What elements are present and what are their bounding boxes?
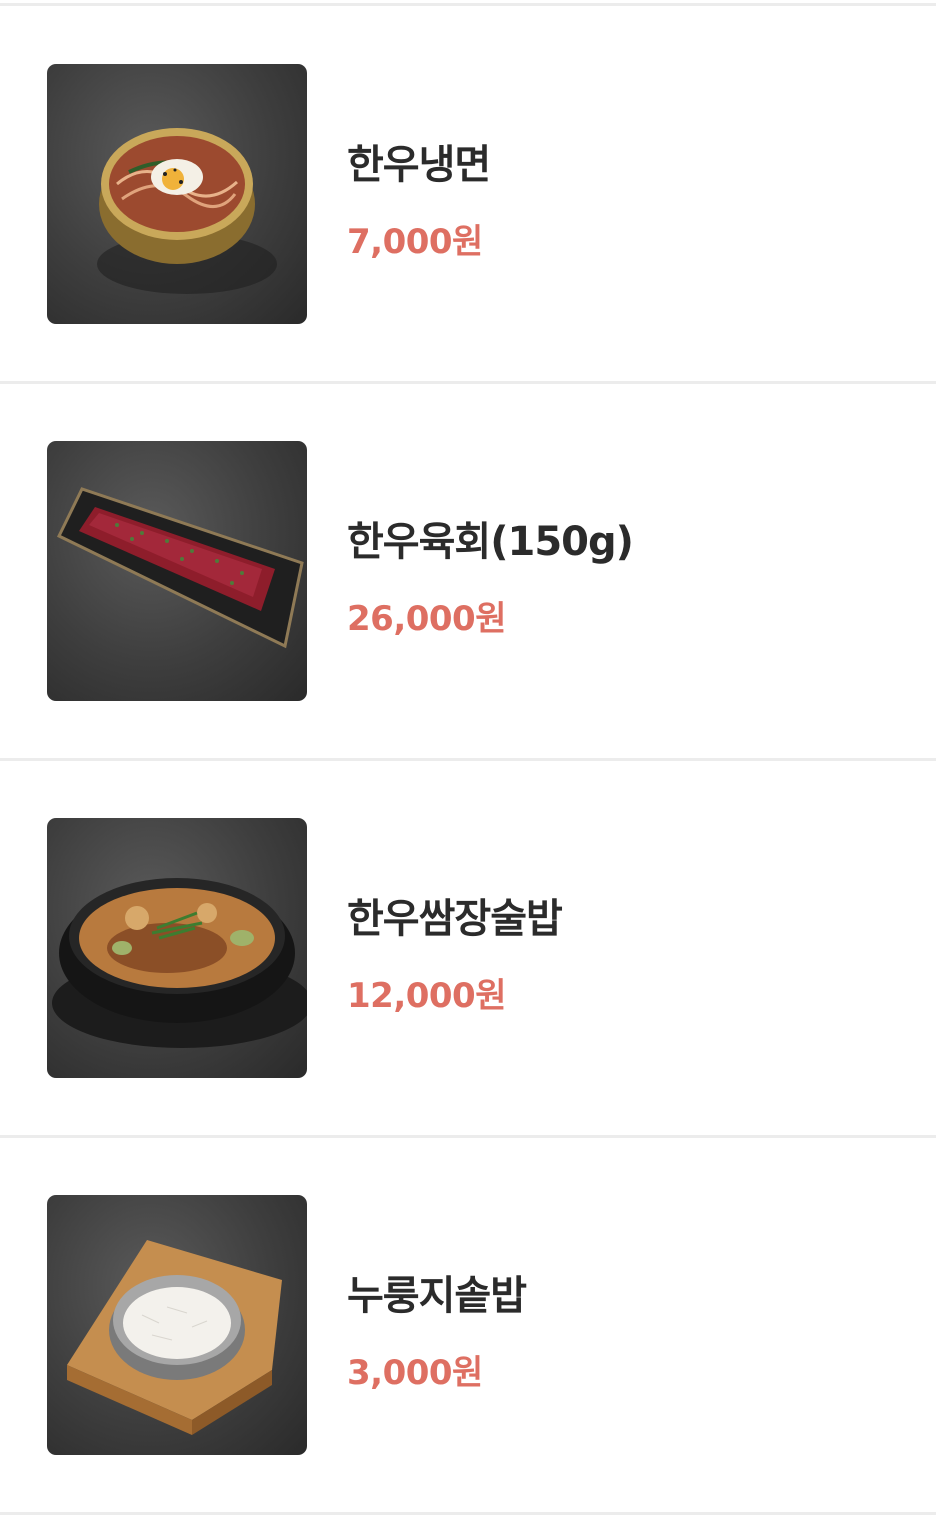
menu-item-name: 한우냉면: [347, 142, 491, 188]
ssamjang-sulbap-photo: [47, 818, 307, 1078]
menu-item-price: 26,000원: [347, 599, 506, 639]
naengmyeon-photo: [47, 64, 307, 324]
menu-item-name: 한우육회(150g): [347, 519, 634, 565]
item-divider: [0, 1135, 936, 1138]
menu-item-price: 3,000원: [347, 1353, 483, 1393]
nurungji-sotbap-photo: [47, 1195, 307, 1455]
menu-item-name: 한우쌈장술밥: [347, 896, 563, 942]
menu-item-yukhoe[interactable]: 한우육회(150g) 26,000원: [0, 441, 936, 701]
item-divider: [0, 1512, 936, 1515]
menu-item-price: 12,000원: [347, 976, 506, 1016]
menu-item-ssamjang-sulbap[interactable]: 한우쌈장술밥 12,000원: [0, 818, 936, 1078]
menu-item-price: 7,000원: [347, 222, 483, 262]
item-divider: [0, 381, 936, 384]
menu-item-nurungji-sotbap[interactable]: 누룽지솥밥 3,000원: [0, 1195, 936, 1455]
item-divider: [0, 758, 936, 761]
menu-item-name: 누룽지솥밥: [347, 1273, 527, 1319]
top-divider: [0, 3, 936, 6]
menu-item-naengmyeon[interactable]: 한우냉면 7,000원: [0, 64, 936, 324]
yukhoe-photo: [47, 441, 307, 701]
